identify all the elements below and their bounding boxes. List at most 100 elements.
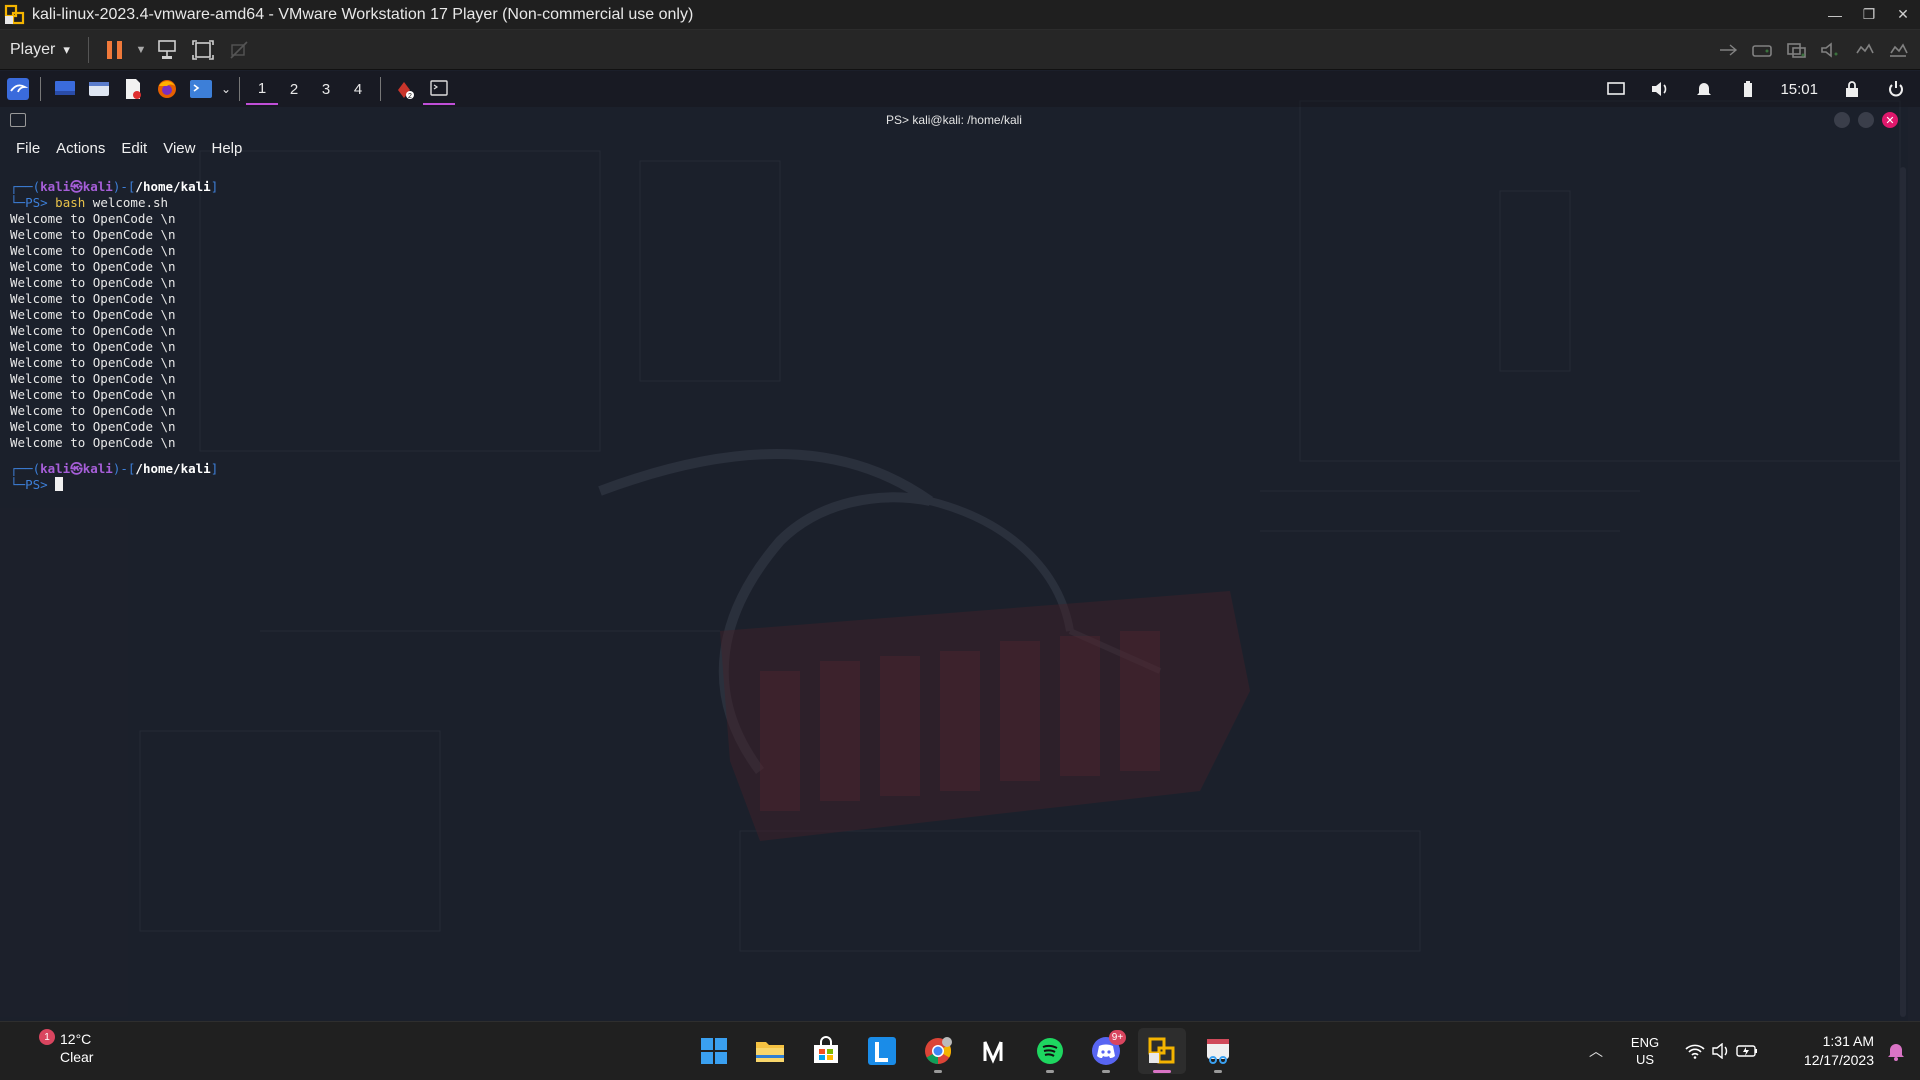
panel-divider <box>239 77 240 101</box>
output-line: Welcome to OpenCode \n <box>10 227 176 242</box>
terminal-maximize-button[interactable] <box>1858 112 1874 128</box>
lock-screen-icon[interactable] <box>1836 73 1868 105</box>
toolbar-divider <box>87 36 89 63</box>
wifi-icon[interactable] <box>1682 1038 1708 1064</box>
discord-button[interactable]: 9+ <box>1082 1028 1130 1074</box>
send-ctrl-alt-del-button[interactable] <box>149 35 185 65</box>
menu-file[interactable]: File <box>8 140 48 157</box>
output-line: Welcome to OpenCode \n <box>10 403 176 418</box>
command-args: welcome.sh <box>85 195 169 210</box>
tasklist-terminal-window[interactable] <box>423 73 455 105</box>
battery-charging-icon[interactable] <box>1734 1038 1760 1064</box>
monitor-icon[interactable] <box>1600 73 1632 105</box>
terminal-launcher-dropdown[interactable]: ⌄ <box>219 73 233 105</box>
menu-help[interactable]: Help <box>203 140 250 157</box>
text-editor-launcher[interactable] <box>117 73 149 105</box>
running-indicator <box>1046 1070 1054 1073</box>
kali-desktop: ⌄ 1 2 3 4 2 15:01 PS> kali@kali: /home/k… <box>0 71 1920 1021</box>
workspace-3[interactable]: 3 <box>310 73 342 105</box>
terminal-output[interactable]: ┌──(kali㉿kali)-[/home/kali] └─PS> bash we… <box>0 163 1908 509</box>
output-line: Welcome to OpenCode \n <box>10 435 176 450</box>
fullscreen-icon <box>192 39 214 60</box>
running-indicator <box>1214 1070 1222 1073</box>
volume-icon[interactable] <box>1644 73 1676 105</box>
menu-edit[interactable]: Edit <box>113 140 155 157</box>
workspace-2[interactable]: 2 <box>278 73 310 105</box>
app-window-icon: 2 <box>398 82 414 100</box>
terminal-scrollbar[interactable] <box>1900 167 1906 1017</box>
close-button[interactable]: ✕ <box>1886 0 1920 30</box>
panel-clock[interactable]: 15:01 <box>1780 81 1818 98</box>
speaker-icon[interactable] <box>1708 1038 1734 1064</box>
command-binary: bash <box>55 195 86 210</box>
firefox-launcher[interactable] <box>151 73 183 105</box>
chevron-down-icon: ▾ <box>63 41 70 57</box>
device-status-icons <box>1714 35 1920 65</box>
spotify-button[interactable] <box>1026 1028 1074 1074</box>
show-desktop-button[interactable] <box>49 73 81 105</box>
terminal-launcher[interactable] <box>185 73 217 105</box>
terminal-minimize-button[interactable] <box>1834 112 1850 128</box>
output-line: Welcome to OpenCode \n <box>10 243 176 258</box>
menu-actions[interactable]: Actions <box>48 140 113 157</box>
language-indicator[interactable]: ENG US <box>1618 1034 1672 1068</box>
running-indicator <box>1153 1070 1171 1073</box>
output-line: Welcome to OpenCode \n <box>10 323 176 338</box>
folder-icon <box>756 1042 784 1062</box>
file-manager-launcher[interactable] <box>83 73 115 105</box>
workspace-1[interactable]: 1 <box>246 73 278 105</box>
battery-icon[interactable] <box>1732 73 1764 105</box>
kali-menu-button[interactable] <box>2 73 34 105</box>
snipping-tool-button[interactable] <box>1194 1028 1242 1074</box>
running-indicator <box>934 1070 942 1073</box>
notification-center-button[interactable] <box>1882 1041 1910 1061</box>
firefox-icon <box>158 80 176 98</box>
l-app-button[interactable] <box>858 1028 906 1074</box>
notification-bell-icon <box>1888 1044 1904 1061</box>
weather-temperature: 12°C <box>60 1031 92 1047</box>
notion-button[interactable] <box>970 1028 1018 1074</box>
terminal-titlebar[interactable]: PS> kali@kali: /home/kali ✕ <box>0 107 1908 133</box>
output-line: Welcome to OpenCode \n <box>10 275 176 290</box>
output-line: Welcome to OpenCode \n <box>10 419 176 434</box>
file-explorer-button[interactable] <box>746 1028 794 1074</box>
notification-bell-icon[interactable] <box>1688 73 1720 105</box>
printer-icon[interactable] <box>1850 35 1878 65</box>
usb-controller-icon[interactable] <box>1782 35 1810 65</box>
terminal-close-button[interactable]: ✕ <box>1882 112 1898 128</box>
show-hidden-icons-button[interactable]: ︿ <box>1582 1041 1610 1061</box>
vmware-button[interactable] <box>1138 1028 1186 1074</box>
restore-button[interactable]: ❐ <box>1852 0 1886 30</box>
taskbar-clock[interactable]: 1:31 AM 12/17/2023 <box>1770 1032 1874 1070</box>
terminal-menubar: File Actions Edit View Help <box>0 133 1908 163</box>
menu-view[interactable]: View <box>155 140 203 157</box>
moon-icon: 1 <box>22 1029 55 1063</box>
text-editor-icon <box>126 79 141 99</box>
network-adapter-icon[interactable] <box>1714 35 1742 65</box>
start-button[interactable] <box>690 1028 738 1074</box>
system-tray: ︿ ENG US 1:31 AM 12/17/2023 <box>1582 1022 1920 1080</box>
active-command-line[interactable]: └─PS> <box>10 477 1898 493</box>
vm-window-titlebar[interactable]: kali-linux-2023.4-vmware-amd64 - VMware … <box>0 0 1920 30</box>
weather-alert-badge: 1 <box>39 1029 55 1045</box>
power-options-dropdown[interactable]: ▼ <box>133 35 149 65</box>
unity-mode-button[interactable] <box>221 35 257 65</box>
snipping-tool-icon <box>1207 1039 1229 1064</box>
taskbar-pinned-apps: 9+ <box>690 1028 1242 1074</box>
hard-disk-icon[interactable] <box>1748 35 1776 65</box>
pause-button[interactable] <box>97 35 133 65</box>
minimize-button[interactable]: — <box>1818 0 1852 30</box>
microsoft-store-button[interactable] <box>802 1028 850 1074</box>
chrome-button[interactable] <box>914 1028 962 1074</box>
sound-card-icon[interactable] <box>1816 35 1844 65</box>
tasklist-item-extra[interactable]: 2 <box>389 73 421 105</box>
kali-dragon-icon <box>7 78 29 100</box>
power-icon[interactable] <box>1880 73 1912 105</box>
display-icon[interactable] <box>1884 35 1912 65</box>
weather-widget[interactable]: 1 12°C Clear <box>22 1029 94 1066</box>
weather-condition: Clear <box>60 1049 94 1065</box>
fullscreen-button[interactable] <box>185 35 221 65</box>
player-menu-button[interactable]: Player ▾ <box>0 30 80 69</box>
workspace-4[interactable]: 4 <box>342 73 374 105</box>
terminal-window[interactable]: PS> kali@kali: /home/kali ✕ File Actions… <box>0 107 1908 1021</box>
